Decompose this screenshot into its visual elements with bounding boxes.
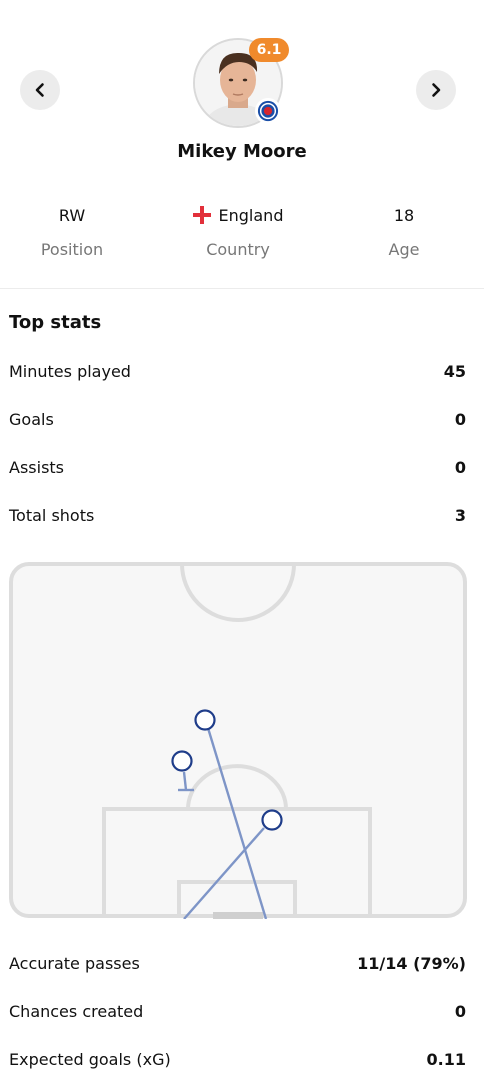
stat-label: Assists	[9, 457, 65, 477]
stat-label: Expected goals (xG)	[9, 1049, 171, 1069]
shot-marker[interactable]	[261, 809, 283, 831]
pitch-outline	[9, 562, 467, 918]
stat-label: Goals	[9, 409, 54, 429]
stat-value: 0	[454, 1001, 466, 1021]
stat-row-goals: Goals 0	[9, 407, 466, 431]
stat-row-assists: Assists 0	[9, 455, 466, 479]
country-info: England Country	[158, 204, 318, 259]
shot-marker[interactable]	[194, 709, 216, 731]
position-label: Position	[40, 240, 104, 259]
stat-row-minutes: Minutes played 45	[9, 359, 466, 383]
stat-label: Minutes played	[9, 361, 131, 381]
divider	[0, 288, 484, 289]
country-label: Country	[206, 240, 270, 259]
player-name: Mikey Moore	[177, 141, 307, 162]
stat-value: 0.11	[426, 1049, 466, 1069]
next-player-button[interactable]	[416, 70, 456, 110]
stat-row-expected-goals: Expected goals (xG) 0.11	[9, 1047, 466, 1071]
goal	[213, 912, 263, 919]
age-value: 18	[393, 205, 415, 225]
chevron-left-icon	[35, 83, 44, 97]
stat-row-chances-created: Chances created 0	[9, 999, 466, 1023]
chevron-right-icon	[432, 83, 441, 97]
top-stats-title: Top stats	[9, 312, 102, 333]
rating-badge: 6.1	[249, 38, 289, 62]
stat-row-total-shots: Total shots 3	[9, 503, 466, 527]
stat-value: 0	[454, 457, 466, 477]
shot-marker[interactable]	[171, 750, 193, 772]
age-label: Age	[388, 240, 420, 259]
england-flag-icon	[192, 206, 211, 224]
stat-row-accurate-passes: Accurate passes 11/14 (79%)	[9, 951, 466, 975]
stat-value: 0	[454, 409, 466, 429]
shot-map	[9, 562, 467, 919]
club-badge-icon	[255, 98, 281, 124]
stat-label: Total shots	[9, 505, 95, 525]
age-info: 18 Age	[324, 204, 484, 260]
stat-value: 3	[454, 505, 466, 525]
position-info: RW Position	[0, 204, 152, 260]
stat-label: Accurate passes	[9, 953, 140, 973]
stat-value: 45	[443, 361, 466, 381]
stat-label: Chances created	[9, 1001, 144, 1021]
player-avatar-block: 6.1	[193, 38, 289, 128]
position-value: RW	[58, 205, 86, 225]
previous-player-button[interactable]	[20, 70, 60, 110]
country-value: England	[218, 205, 284, 225]
stat-value: 11/14 (79%)	[357, 953, 466, 973]
